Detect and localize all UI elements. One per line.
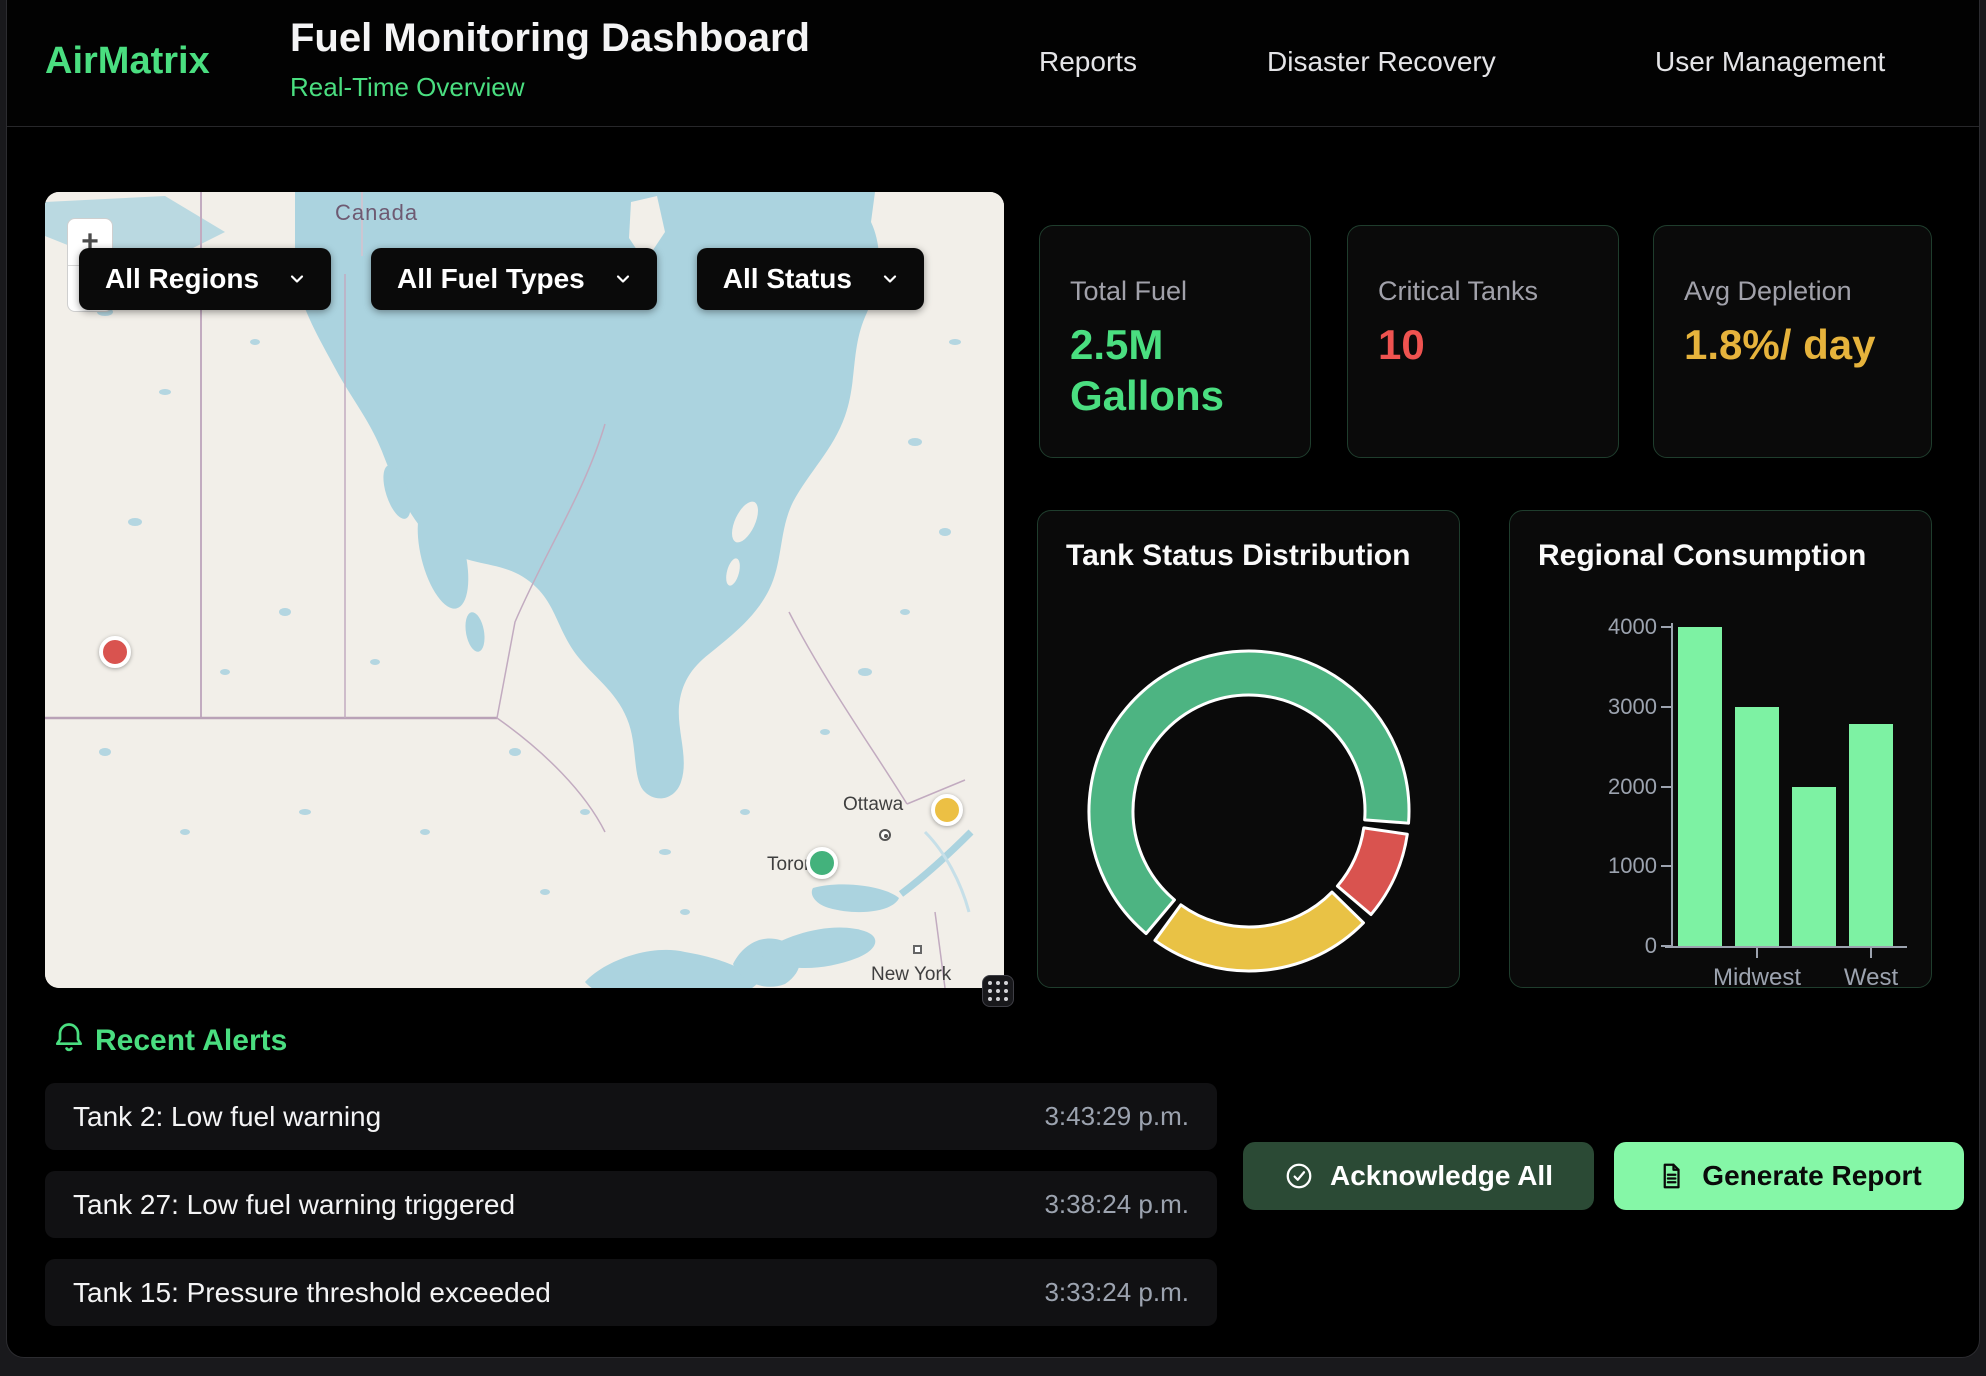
nav-disaster-recovery[interactable]: Disaster Recovery bbox=[1267, 46, 1496, 78]
map-country-label: Canada bbox=[335, 200, 418, 226]
alert-row[interactable]: Tank 27: Low fuel warning triggered 3:38… bbox=[45, 1171, 1217, 1238]
regional-consumption-card: Regional Consumption 01000200030004000Mi… bbox=[1509, 510, 1932, 988]
acknowledge-all-label: Acknowledge All bbox=[1330, 1160, 1553, 1192]
region-filter-value: All Regions bbox=[105, 263, 259, 295]
tank-status-donut-chart bbox=[1038, 511, 1460, 987]
map-resize-handle[interactable] bbox=[982, 975, 1014, 1007]
regional-consumption-bar-chart: 0 1000 2000 3000 4000 MidwestWest bbox=[1510, 511, 1932, 988]
bar-3 bbox=[1849, 724, 1893, 946]
acknowledge-all-button[interactable]: Acknowledge All bbox=[1243, 1142, 1594, 1210]
x-tick bbox=[1756, 948, 1758, 958]
y-tick bbox=[1661, 626, 1671, 628]
x-tick-label: Midwest bbox=[1697, 964, 1817, 988]
stat-value: 2.5M Gallons bbox=[1070, 319, 1280, 421]
donut-segment-warning bbox=[1155, 892, 1364, 971]
status-filter-dropdown[interactable]: All Status bbox=[697, 248, 924, 310]
tank-marker-normal[interactable] bbox=[806, 847, 838, 879]
y-tick bbox=[1661, 865, 1671, 867]
chevron-down-icon bbox=[287, 269, 307, 289]
y-tick-label: 4000 bbox=[1587, 614, 1657, 640]
y-tick bbox=[1661, 786, 1671, 788]
bar-1 bbox=[1735, 707, 1779, 946]
brand-logo: AirMatrix bbox=[45, 40, 210, 83]
stat-label: Critical Tanks bbox=[1378, 276, 1588, 307]
alert-row[interactable]: Tank 2: Low fuel warning 3:43:29 p.m. bbox=[45, 1083, 1217, 1150]
stat-value: 10 bbox=[1378, 319, 1588, 370]
alert-time: 3:38:24 p.m. bbox=[1044, 1189, 1189, 1220]
nav-user-management[interactable]: User Management bbox=[1655, 46, 1885, 78]
x-tick bbox=[1870, 948, 1872, 958]
circle-check-icon bbox=[1284, 1161, 1314, 1191]
alert-time: 3:33:24 p.m. bbox=[1044, 1277, 1189, 1308]
stat-card-total-fuel: Total Fuel 2.5M Gallons bbox=[1039, 225, 1311, 458]
region-filter-dropdown[interactable]: All Regions bbox=[79, 248, 331, 310]
stat-value: 1.8%/ day bbox=[1684, 319, 1901, 370]
document-icon bbox=[1656, 1161, 1686, 1191]
stat-card-avg-depletion: Avg Depletion 1.8%/ day bbox=[1653, 225, 1932, 458]
recent-alerts-title: Recent Alerts bbox=[95, 1024, 287, 1058]
donut-chart-title: Tank Status Distribution bbox=[1066, 539, 1410, 573]
page-subtitle: Real-Time Overview bbox=[290, 72, 525, 103]
y-tick-label: 1000 bbox=[1587, 853, 1657, 879]
new-york-poi-square bbox=[913, 945, 922, 954]
stat-card-critical-tanks: Critical Tanks 10 bbox=[1347, 225, 1619, 458]
y-axis bbox=[1671, 623, 1673, 946]
map[interactable]: Canada OttawaTorontoNew York + − All Reg… bbox=[45, 192, 1004, 988]
alert-row[interactable]: Tank 15: Pressure threshold exceeded 3:3… bbox=[45, 1259, 1217, 1326]
chevron-down-icon bbox=[880, 269, 900, 289]
bar-2 bbox=[1792, 787, 1836, 947]
ottawa-poi-dot bbox=[879, 829, 891, 841]
fuel-type-filter-value: All Fuel Types bbox=[397, 263, 585, 295]
tank-marker-warning[interactable] bbox=[931, 794, 963, 826]
alert-time: 3:43:29 p.m. bbox=[1044, 1101, 1189, 1132]
alert-message: Tank 15: Pressure threshold exceeded bbox=[73, 1277, 551, 1309]
alert-message: Tank 2: Low fuel warning bbox=[73, 1101, 381, 1133]
status-filter-value: All Status bbox=[723, 263, 852, 295]
header: AirMatrix Fuel Monitoring Dashboard Real… bbox=[7, 0, 1979, 127]
bar-0 bbox=[1678, 627, 1722, 946]
city-label-ottawa: Ottawa bbox=[843, 794, 903, 816]
tank-status-card: Tank Status Distribution bbox=[1037, 510, 1460, 988]
bell-icon bbox=[51, 1020, 87, 1056]
page-title: Fuel Monitoring Dashboard bbox=[290, 16, 810, 61]
city-label-new-york: New York bbox=[871, 964, 951, 986]
stat-label: Total Fuel bbox=[1070, 276, 1280, 307]
donut-segment-critical bbox=[1337, 828, 1407, 915]
map-filters: All Regions All Fuel Types All Status bbox=[79, 248, 924, 310]
stat-label: Avg Depletion bbox=[1684, 276, 1901, 307]
y-tick bbox=[1661, 945, 1671, 947]
dashboard-container: AirMatrix Fuel Monitoring Dashboard Real… bbox=[6, 0, 1980, 1358]
y-tick-label: 0 bbox=[1587, 933, 1657, 959]
nav-reports[interactable]: Reports bbox=[1039, 46, 1137, 78]
tank-marker-critical[interactable] bbox=[99, 636, 131, 668]
x-tick-label: West bbox=[1811, 964, 1931, 988]
generate-report-label: Generate Report bbox=[1702, 1160, 1921, 1192]
y-tick-label: 2000 bbox=[1587, 774, 1657, 800]
alert-message: Tank 27: Low fuel warning triggered bbox=[73, 1189, 515, 1221]
y-tick bbox=[1661, 706, 1671, 708]
fuel-type-filter-dropdown[interactable]: All Fuel Types bbox=[371, 248, 657, 310]
generate-report-button[interactable]: Generate Report bbox=[1614, 1142, 1964, 1210]
y-tick-label: 3000 bbox=[1587, 694, 1657, 720]
map-art bbox=[45, 192, 1004, 988]
chevron-down-icon bbox=[613, 269, 633, 289]
